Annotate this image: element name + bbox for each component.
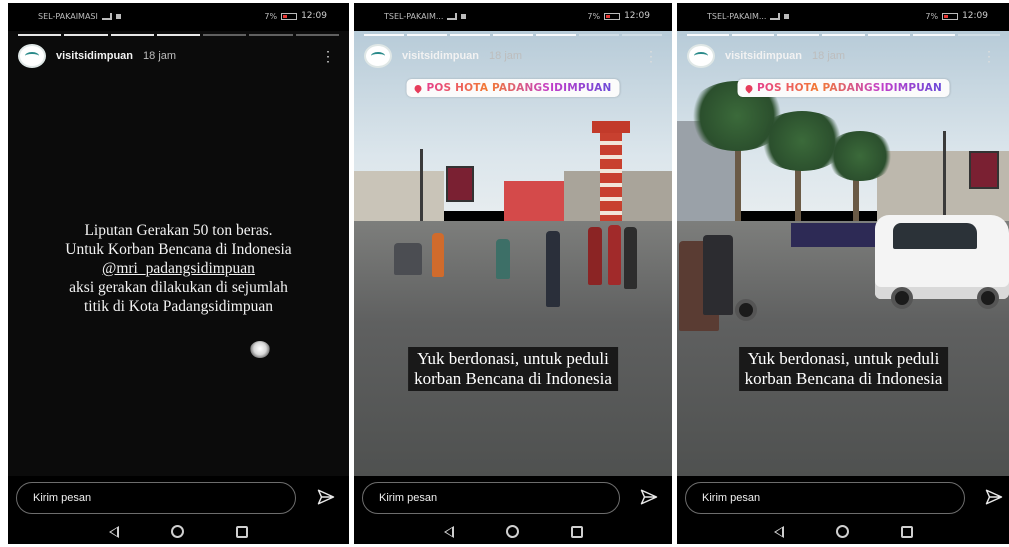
carrier-label: TSEL-PAKAIM... [384, 11, 444, 21]
back-icon[interactable] [774, 525, 784, 538]
location-sticker[interactable]: POS HOTA PADANGSIDIMPUAN [406, 79, 620, 97]
post-time: 18 jam [489, 50, 523, 62]
signal-icon [101, 12, 112, 20]
story-content[interactable]: Liputan Gerakan 50 ton beras. Untuk Korb… [8, 31, 349, 476]
story-content[interactable]: POS HOTA PADANGSIDIMPUAN Yuk berdonasi, … [677, 31, 1009, 476]
location-sticker[interactable]: POS HOTA PADANGSIDIMPUAN [737, 79, 950, 97]
story-text-line: aksi gerakan dilakukan di sejumlah [69, 279, 288, 296]
clock: 12:09 [962, 11, 988, 21]
street-photo [677, 31, 1009, 476]
notification-icon [115, 13, 121, 19]
story-screen-1: SEL-PAKAIMASI 7% 12:09 Liputan Gerakan 5… [8, 3, 349, 544]
home-icon[interactable] [836, 525, 849, 538]
avatar[interactable] [687, 44, 715, 68]
clock: 12:09 [301, 11, 327, 21]
message-placeholder: Kirim pesan [379, 492, 438, 504]
story-progress-bar [687, 34, 1000, 36]
send-icon[interactable] [985, 488, 1003, 506]
more-options-icon[interactable]: ⋮ [978, 49, 1000, 63]
username[interactable]: visitsidimpuan [56, 50, 133, 62]
carrier-label: SEL-PAKAIMASI [38, 11, 98, 21]
battery-percent: 7% [264, 11, 278, 21]
carrier-label: TSEL-PAKAIM... [707, 11, 767, 21]
home-icon[interactable] [171, 525, 184, 538]
signal-icon [447, 12, 458, 20]
caption-line: Yuk berdonasi, untuk peduli [417, 349, 609, 368]
battery-icon [604, 12, 621, 20]
android-nav-bar [8, 519, 349, 544]
reply-bar: Kirim pesan [354, 476, 672, 518]
location-name: POS HOTA PADANGSIDIMPUAN [426, 82, 612, 94]
battery-icon [942, 12, 959, 20]
story-text-line: Liputan Gerakan 50 ton beras. [84, 222, 273, 239]
battery-percent: 7% [587, 11, 601, 21]
username[interactable]: visitsidimpuan [725, 50, 802, 62]
story-screen-3: TSEL-PAKAIM... 7% 12:09 POS HOTA PADANGS… [677, 3, 1009, 544]
location-pin-icon [743, 83, 754, 93]
message-placeholder: Kirim pesan [33, 492, 92, 504]
story-header: visitsidimpuan 18 jam ⋮ [18, 43, 339, 69]
caption-line: korban Bencana di Indonesia [744, 369, 943, 388]
back-icon[interactable] [109, 525, 119, 538]
reply-bar: Kirim pesan [677, 476, 1009, 518]
story-header: visitsidimpuan 18 jam ⋮ [364, 43, 662, 69]
story-text-line: titik di Kota Padangsidimpuan [84, 298, 273, 315]
message-input[interactable]: Kirim pesan [16, 482, 296, 514]
message-input[interactable]: Kirim pesan [685, 482, 965, 514]
notification-icon [461, 13, 467, 19]
story-screen-2: TSEL-PAKAIM... 7% 12:09 POS HOTA PADANGS… [354, 3, 672, 544]
signal-icon [770, 12, 781, 20]
story-text: Liputan Gerakan 50 ton beras. Untuk Korb… [8, 221, 349, 316]
sticker-dot [250, 341, 270, 358]
more-options-icon[interactable]: ⋮ [317, 49, 339, 63]
recent-apps-icon[interactable] [236, 525, 248, 538]
story-progress-bar [364, 34, 662, 36]
caption-box: Yuk berdonasi, untuk peduli korban Benca… [738, 347, 949, 391]
avatar[interactable] [18, 44, 46, 68]
message-placeholder: Kirim pesan [702, 492, 761, 504]
android-nav-bar [354, 519, 672, 544]
username[interactable]: visitsidimpuan [402, 50, 479, 62]
back-icon[interactable] [443, 525, 454, 538]
clock: 12:09 [624, 11, 650, 21]
home-icon[interactable] [505, 525, 519, 538]
send-icon[interactable] [640, 488, 658, 506]
story-text-line: Untuk Korban Bencana di Indonesia [65, 241, 292, 258]
caption-line: Yuk berdonasi, untuk peduli [747, 349, 940, 368]
post-time: 18 jam [143, 50, 177, 62]
post-time: 18 jam [812, 50, 846, 62]
battery-icon [281, 12, 298, 20]
location-name: POS HOTA PADANGSIDIMPUAN [757, 82, 942, 94]
android-nav-bar [677, 519, 1009, 544]
status-bar: TSEL-PAKAIM... 7% 12:09 [677, 3, 1009, 29]
battery-percent: 7% [925, 11, 939, 21]
more-options-icon[interactable]: ⋮ [640, 49, 662, 63]
avatar[interactable] [364, 44, 392, 68]
status-bar: SEL-PAKAIMASI 7% 12:09 [8, 3, 349, 29]
location-pin-icon [413, 83, 423, 93]
message-input[interactable]: Kirim pesan [362, 482, 620, 514]
caption-box: Yuk berdonasi, untuk peduli korban Benca… [408, 347, 618, 391]
story-header: visitsidimpuan 18 jam ⋮ [687, 43, 1000, 69]
street-photo [354, 31, 672, 476]
story-progress-bar [18, 34, 339, 36]
mention-link[interactable]: @mri_padangsidimpuan [8, 259, 349, 278]
caption-line: korban Bencana di Indonesia [414, 369, 612, 388]
send-icon[interactable] [317, 488, 335, 506]
reply-bar: Kirim pesan [8, 476, 349, 518]
story-content[interactable]: POS HOTA PADANGSIDIMPUAN Yuk berdonasi, … [354, 31, 672, 476]
recent-apps-icon[interactable] [570, 525, 583, 538]
recent-apps-icon[interactable] [901, 525, 913, 538]
notification-icon [784, 13, 790, 19]
status-bar: TSEL-PAKAIM... 7% 12:09 [354, 3, 672, 29]
